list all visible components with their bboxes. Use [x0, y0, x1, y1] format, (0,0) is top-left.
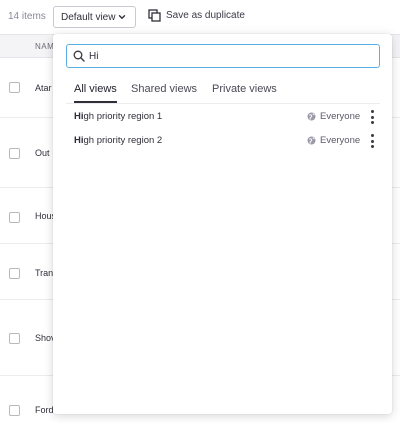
tab-private-views[interactable]: Private views	[212, 83, 277, 95]
view-name-rest: gh priority region 2	[83, 135, 163, 146]
visibility-label: Everyone	[320, 111, 361, 122]
row-name[interactable]: Ford	[35, 405, 54, 415]
row-checkbox[interactable]	[9, 148, 20, 159]
row-name[interactable]: Atar	[35, 83, 52, 93]
row-checkbox[interactable]	[9, 405, 20, 416]
views-popover: All views Shared views Private views Hig…	[53, 34, 392, 414]
view-name-rest: gh priority region 1	[83, 111, 163, 122]
chevron-down-icon	[118, 15, 126, 19]
view-list-item[interactable]: High priority region 2 Everyone	[66, 131, 384, 151]
view-visibility: Everyone	[307, 111, 360, 122]
row-checkbox[interactable]	[9, 82, 20, 93]
tab-shared-views[interactable]: Shared views	[131, 83, 197, 95]
save-as-duplicate-label: Save as duplicate	[166, 10, 245, 21]
view-search-input[interactable]	[89, 48, 369, 64]
view-list-item[interactable]: High priority region 1 Everyone	[66, 107, 384, 127]
more-options-icon[interactable]	[368, 110, 376, 124]
copy-icon	[148, 9, 161, 22]
view-visibility: Everyone	[307, 135, 360, 146]
tab-all-views[interactable]: All views	[74, 83, 117, 103]
more-options-icon[interactable]	[368, 134, 376, 148]
view-tabs: All views Shared views Private views	[66, 81, 380, 104]
save-as-duplicate-button[interactable]: Save as duplicate	[148, 9, 245, 22]
view-select-dropdown[interactable]: Default view	[53, 6, 136, 28]
row-checkbox[interactable]	[9, 212, 20, 223]
search-icon	[73, 50, 85, 62]
row-checkbox[interactable]	[9, 333, 20, 344]
row-name[interactable]: Tran	[35, 268, 53, 278]
items-count: 14 items	[8, 11, 46, 22]
view-select-label: Default view	[61, 11, 116, 23]
globe-icon	[307, 112, 316, 121]
column-header-name[interactable]: NAM	[35, 42, 54, 51]
row-checkbox[interactable]	[9, 268, 20, 279]
toolbar: 14 items Default view Save as duplicate	[0, 0, 400, 34]
view-name[interactable]: High priority region 1	[74, 111, 162, 122]
visibility-label: Everyone	[320, 135, 361, 146]
view-search-field[interactable]	[66, 44, 380, 68]
globe-icon	[307, 136, 316, 145]
view-name-match: Hi	[74, 135, 84, 146]
row-name[interactable]: Out	[35, 148, 50, 158]
view-name-match: Hi	[74, 111, 84, 122]
view-name[interactable]: High priority region 2	[74, 135, 162, 146]
